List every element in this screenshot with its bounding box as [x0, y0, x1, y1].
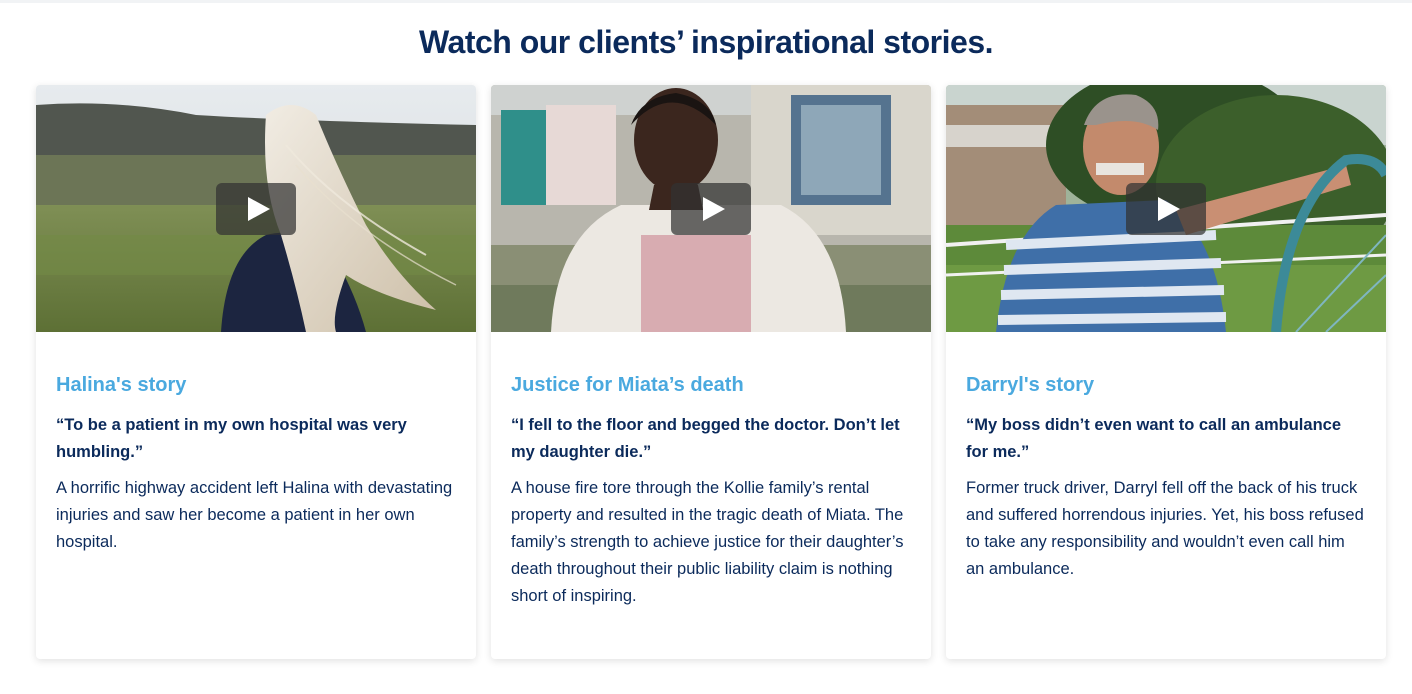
play-icon: [248, 197, 270, 221]
story-quote: “I fell to the floor and begged the doct…: [511, 416, 900, 461]
card-body: Justice for Miata’s death “I fell to the…: [491, 332, 931, 610]
top-divider: [0, 0, 1412, 3]
video-thumbnail-darryl[interactable]: [946, 85, 1386, 332]
video-thumbnail-miata[interactable]: [491, 85, 931, 332]
play-button[interactable]: [216, 183, 296, 235]
story-description: A house fire tore through the Kollie fam…: [511, 479, 904, 605]
play-button[interactable]: [671, 183, 751, 235]
story-description: Former truck driver, Darryl fell off the…: [966, 479, 1364, 578]
play-icon: [1158, 197, 1180, 221]
card-body: Darryl's story “My boss didn’t even want…: [946, 332, 1386, 583]
card-body: Halina's story “To be a patient in my ow…: [36, 332, 476, 556]
section-title: Watch our clients’ inspirational stories…: [419, 24, 994, 60]
story-title-link[interactable]: Halina's story: [56, 372, 456, 398]
story-title-link[interactable]: Justice for Miata’s death: [511, 372, 911, 398]
story-cards: Halina's story “To be a patient in my ow…: [36, 85, 1386, 660]
story-card-halina: Halina's story “To be a patient in my ow…: [36, 85, 476, 659]
play-button[interactable]: [1126, 183, 1206, 235]
story-card-miata: Justice for Miata’s death “I fell to the…: [491, 85, 931, 659]
story-title-link[interactable]: Darryl's story: [966, 372, 1366, 398]
story-card-darryl: Darryl's story “My boss didn’t even want…: [946, 85, 1386, 659]
video-thumbnail-halina[interactable]: [36, 85, 476, 332]
story-quote: “To be a patient in my own hospital was …: [56, 416, 407, 461]
play-icon: [703, 197, 725, 221]
story-quote: “My boss didn’t even want to call an amb…: [966, 416, 1341, 461]
story-description: A horrific highway accident left Halina …: [56, 479, 453, 551]
